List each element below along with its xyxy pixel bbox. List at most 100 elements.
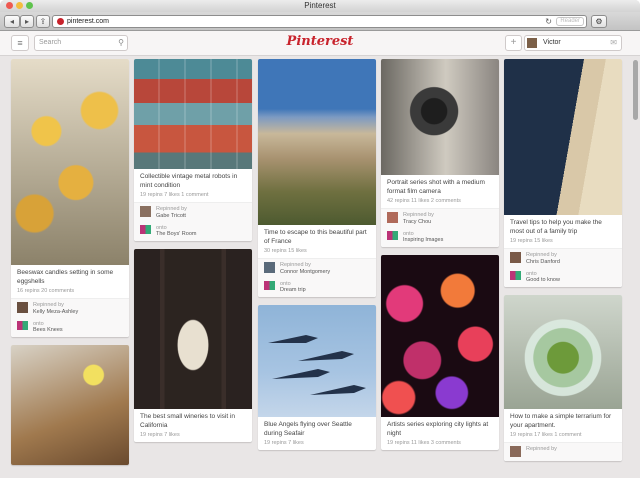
pinterest-logo[interactable]: Pinterest xyxy=(275,34,365,49)
avatar xyxy=(387,212,398,223)
candy-jars-image[interactable] xyxy=(11,345,129,465)
repinned-label: Repinned by xyxy=(280,262,311,268)
window-title: Pinterest xyxy=(304,1,336,10)
pin-description: Beeswax candles setting in some eggshell… xyxy=(17,269,114,285)
pin-card[interactable]: Portrait series shot with a medium forma… xyxy=(381,59,499,247)
pin-stats: 19 repins 7 likes xyxy=(264,440,304,446)
pin-description: Artists series exploring city lights at … xyxy=(387,421,489,437)
city-lights-bokeh-image[interactable] xyxy=(381,255,499,417)
pin-card[interactable]: Artists series exploring city lights at … xyxy=(381,255,499,450)
title-bar: Pinterest xyxy=(0,0,640,12)
beeswax-candles-image[interactable] xyxy=(11,59,129,265)
board-thumbnail xyxy=(387,231,398,240)
window-controls xyxy=(6,2,33,9)
repinned-label: Repinned by xyxy=(156,206,187,212)
search-input[interactable]: Search ⚲ xyxy=(34,35,128,51)
pin-stats: 19 repins 7 likes 1 comment xyxy=(140,192,209,198)
terrarium-image[interactable] xyxy=(504,295,622,409)
pin-card[interactable]: Blue Angels flying over Seattle during S… xyxy=(258,305,376,450)
close-window-button[interactable] xyxy=(6,2,13,9)
repinner-name: Connor Montgomery xyxy=(280,269,331,275)
repinned-by[interactable]: Repinned by Gabe Tricott xyxy=(134,202,252,223)
menu-icon: ≡ xyxy=(17,38,23,48)
user-name: Victor xyxy=(543,39,561,46)
board-name: Bees Knees xyxy=(33,327,63,333)
repinner-name: Gabe Tricott xyxy=(156,213,186,219)
avatar xyxy=(527,38,537,48)
minimize-window-button[interactable] xyxy=(16,2,23,9)
onto-board[interactable]: onto Bees Knees xyxy=(11,319,129,337)
repinner-name: Chris Danford xyxy=(526,259,560,265)
share-button[interactable]: ⇪ xyxy=(36,15,50,28)
french-village-image[interactable] xyxy=(258,59,376,225)
back-button[interactable]: ◂ xyxy=(4,15,20,28)
onto-board[interactable]: onto Inspiring Images xyxy=(381,229,499,247)
pin-stats: 42 repins 11 likes 2 comments xyxy=(387,198,461,204)
passport-image[interactable] xyxy=(504,59,622,215)
pin-grid: Beeswax candles setting in some eggshell… xyxy=(0,56,640,478)
search-icon: ⚲ xyxy=(118,38,124,47)
board-name: Dream trip xyxy=(280,287,306,293)
pin-card[interactable] xyxy=(11,345,129,465)
repinned-by[interactable]: Repinned by Chris Danford xyxy=(504,248,622,269)
messages-icon[interactable]: ✉ xyxy=(610,36,617,50)
repinned-by[interactable]: Repinned by Tracy Chou xyxy=(381,208,499,229)
gear-icon: ⚙ xyxy=(595,17,603,26)
browser-window: Pinterest ◂ ▸ ⇪ pinterest.com ↻ Reader ⚙… xyxy=(0,0,640,478)
pin-stats: 19 repins 17 likes 1 comment xyxy=(510,432,582,438)
repinned-by[interactable]: Repinned by Kelly Meza-Ashley xyxy=(11,298,129,319)
pin-card[interactable]: Time to escape to this beautiful part of… xyxy=(258,59,376,297)
pin-card[interactable]: Travel tips to help you make the most ou… xyxy=(504,59,622,287)
board-thumbnail xyxy=(510,271,521,280)
search-placeholder: Search xyxy=(39,39,62,46)
menu-button[interactable]: ≡ xyxy=(11,35,29,51)
vertical-scrollbar[interactable] xyxy=(633,60,638,120)
forward-button[interactable]: ▸ xyxy=(20,15,34,28)
repinned-label: Repinned by xyxy=(526,446,557,452)
avatar xyxy=(510,252,521,263)
pin-card[interactable]: Beeswax candles setting in some eggshell… xyxy=(11,59,129,337)
pin-description: Portrait series shot with a medium forma… xyxy=(387,179,485,195)
film-camera-image[interactable] xyxy=(381,59,499,175)
pin-stats: 19 repins 7 likes xyxy=(140,432,180,438)
pin-card[interactable]: How to make a simple terrarium for your … xyxy=(504,295,622,461)
jets-graphic xyxy=(268,335,366,395)
settings-gear-button[interactable]: ⚙ xyxy=(591,15,607,28)
reload-icon[interactable]: ↻ xyxy=(545,16,552,27)
board-name: Good to know xyxy=(526,277,560,283)
pin-stats: 16 repins 20 comments xyxy=(17,288,75,294)
vintage-robots-image[interactable] xyxy=(134,59,252,169)
pin-stats: 19 repins 15 likes xyxy=(510,238,553,244)
pin-stats: 19 repins 11 likes 3 comments xyxy=(387,440,461,446)
url-text: pinterest.com xyxy=(67,18,110,25)
repinned-by[interactable]: Repinned by xyxy=(504,442,622,461)
avatar xyxy=(264,262,275,273)
reader-button[interactable]: Reader xyxy=(556,17,584,26)
board-thumbnail xyxy=(140,225,151,234)
onto-board[interactable]: onto The Boys' Room xyxy=(134,223,252,241)
blue-angels-image[interactable] xyxy=(258,305,376,417)
zoom-window-button[interactable] xyxy=(26,2,33,9)
pin-description: Collectible vintage metal robots in mint… xyxy=(140,173,238,189)
pin-card[interactable]: The best small wineries to visit in Cali… xyxy=(134,249,252,442)
repinned-label: Repinned by xyxy=(33,302,64,308)
wine-bottles-image[interactable] xyxy=(134,249,252,409)
pin-description: How to make a simple terrarium for your … xyxy=(510,413,612,429)
repinned-by[interactable]: Repinned by Connor Montgomery xyxy=(258,258,376,279)
back-arrow-icon: ◂ xyxy=(9,17,14,26)
avatar xyxy=(510,446,521,457)
pinterest-favicon-icon xyxy=(57,18,64,25)
repinner-name: Kelly Meza-Ashley xyxy=(33,309,79,315)
pin-stats: 30 repins 15 likes xyxy=(264,248,307,254)
user-menu-button[interactable]: Victor ✉ xyxy=(524,35,622,51)
repinned-label: Repinned by xyxy=(526,252,557,258)
add-pin-button[interactable]: + xyxy=(505,35,522,51)
pin-description: The best small wineries to visit in Cali… xyxy=(140,413,236,429)
address-bar[interactable]: pinterest.com ↻ Reader xyxy=(52,15,587,28)
onto-board[interactable]: onto Dream trip xyxy=(258,279,376,297)
onto-board[interactable]: onto Good to know xyxy=(504,269,622,287)
avatar xyxy=(140,206,151,217)
pin-description: Travel tips to help you make the most ou… xyxy=(510,219,602,235)
pin-card[interactable]: Collectible vintage metal robots in mint… xyxy=(134,59,252,241)
board-thumbnail xyxy=(264,281,275,290)
